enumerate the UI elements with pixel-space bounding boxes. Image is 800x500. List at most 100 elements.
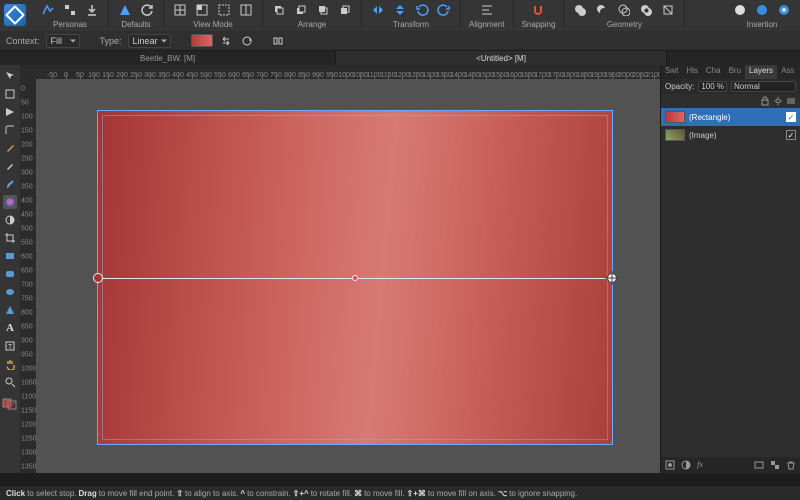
adjustment-layer-icon[interactable] [681, 460, 691, 470]
reverse-gradient-icon[interactable] [219, 33, 234, 48]
panel-tab[interactable]: Ass [777, 65, 798, 79]
insert-behind-icon[interactable] [754, 2, 770, 18]
opacity-field[interactable]: 100 % [698, 81, 727, 92]
layer-row[interactable]: (Image) ✓ [661, 126, 800, 144]
vertical-ruler[interactable]: 0501001502002503003504004505005506006507… [20, 79, 36, 473]
ellipse-tool-icon[interactable] [3, 285, 17, 299]
rotate-cw-icon[interactable] [436, 2, 452, 18]
visibility-checkbox[interactable]: ✓ [786, 112, 796, 122]
delete-layer-icon[interactable] [786, 460, 796, 470]
ruler-tick-label: 850 [21, 324, 33, 331]
node-tool-icon[interactable] [3, 105, 17, 119]
layer-row[interactable]: (Rectangle) ✓ [661, 108, 800, 126]
rounded-rect-tool-icon[interactable] [3, 267, 17, 281]
pan-tool-icon[interactable] [3, 357, 17, 371]
status-text: to ignore snapping. [509, 489, 577, 498]
ruler-tick-label: 250 [21, 156, 33, 163]
rotate-gradient-icon[interactable] [240, 33, 255, 48]
fx-icon[interactable]: fx [697, 460, 707, 470]
fill-swatch[interactable] [191, 34, 213, 47]
add-icon[interactable] [572, 2, 588, 18]
split-view-icon[interactable] [238, 2, 254, 18]
corner-tool-icon[interactable] [3, 123, 17, 137]
flip-v-icon[interactable] [392, 2, 408, 18]
frame-text-tool-icon[interactable]: T [3, 339, 17, 353]
divide-icon[interactable] [660, 2, 676, 18]
add-pixel-layer-icon[interactable] [770, 460, 780, 470]
aspect-lock-icon[interactable] [271, 33, 286, 48]
panel-tab[interactable]: His [682, 65, 702, 79]
brush-tool-icon[interactable] [3, 177, 17, 191]
color-swatches-icon[interactable] [1, 397, 19, 411]
pen-tool-icon[interactable] [3, 141, 17, 155]
context-select[interactable]: Fill [46, 34, 80, 48]
mask-layer-icon[interactable] [665, 460, 675, 470]
horizontal-ruler[interactable]: -500501001502002503003504004505005506006… [36, 65, 660, 79]
intersect-icon[interactable] [616, 2, 632, 18]
document-tab[interactable]: Beetle_BW. [M] [0, 51, 336, 65]
lock-icon[interactable] [760, 96, 770, 106]
triangle-tool-icon[interactable] [3, 303, 17, 317]
defaults-label: Defaults [121, 20, 150, 29]
ruler-origin[interactable] [20, 65, 36, 79]
vector-persona-icon[interactable] [40, 2, 56, 18]
panel-menu-icon[interactable] [786, 96, 796, 106]
rotate-ccw-icon[interactable] [414, 2, 430, 18]
panel-tab[interactable]: Layers [745, 65, 777, 79]
pixel-persona-icon[interactable] [62, 2, 78, 18]
subtract-icon[interactable] [594, 2, 610, 18]
insert-inside-icon[interactable] [732, 2, 748, 18]
zoom-tool-icon[interactable] [3, 375, 17, 389]
pencil-tool-icon[interactable] [3, 159, 17, 173]
forward-one-icon[interactable] [315, 2, 331, 18]
xor-icon[interactable] [638, 2, 654, 18]
blend-mode-select[interactable]: Normal [731, 81, 796, 92]
outline-view-icon[interactable] [216, 2, 232, 18]
ruler-tick-label: 100 [21, 114, 33, 121]
ruler-tick-label: 0 [21, 86, 25, 93]
svg-text:T: T [8, 344, 13, 351]
flip-h-icon[interactable] [370, 2, 386, 18]
gradient-mid-stop[interactable] [352, 275, 358, 281]
move-front-icon[interactable] [337, 2, 353, 18]
canvas[interactable]: -500501001502002503003504004505005506006… [20, 65, 660, 473]
transparency-tool-icon[interactable] [3, 213, 17, 227]
gradient-end-stop[interactable] [607, 273, 617, 283]
tab-label: <Untitled> [M] [476, 54, 526, 63]
artistic-text-tool-icon[interactable]: A [3, 321, 17, 335]
retina-view-icon[interactable] [194, 2, 210, 18]
visibility-checkbox[interactable]: ✓ [786, 130, 796, 140]
gear-icon[interactable] [773, 96, 783, 106]
panel-tab[interactable]: Swt [661, 65, 682, 79]
fill-tool-icon[interactable] [3, 195, 17, 209]
export-persona-icon[interactable] [84, 2, 100, 18]
main-area: A T -50050100150200250300350400450500550… [0, 65, 800, 473]
gradient-start-stop[interactable] [93, 273, 103, 283]
artboard-tool-icon[interactable] [3, 87, 17, 101]
document-tab[interactable]: <Untitled> [M] [336, 51, 667, 65]
viewmode-group: View Mode [164, 0, 263, 31]
panel-tab[interactable]: Cha [702, 65, 725, 79]
viewport[interactable] [36, 79, 660, 473]
snapping-icon[interactable] [530, 2, 546, 18]
rectangle-tool-icon[interactable] [3, 249, 17, 263]
pixel-view-icon[interactable] [172, 2, 188, 18]
sync-defaults-icon[interactable] [117, 2, 133, 18]
status-key: ⇧+⌘ [407, 489, 426, 498]
align-icon[interactable] [479, 2, 495, 18]
type-select[interactable]: Linear [128, 34, 171, 48]
viewmode-label: View Mode [193, 20, 232, 29]
status-key: ⇧ [176, 489, 183, 498]
revert-defaults-icon[interactable] [139, 2, 155, 18]
context-value: Fill [51, 36, 63, 46]
move-back-icon[interactable] [271, 2, 287, 18]
back-one-icon[interactable] [293, 2, 309, 18]
move-tool-icon[interactable] [3, 69, 17, 83]
insert-top-icon[interactable] [776, 2, 792, 18]
crop-tool-icon[interactable] [3, 231, 17, 245]
add-layer-icon[interactable] [754, 460, 764, 470]
ruler-tick-label: 550 [21, 240, 33, 247]
panel-tab[interactable]: Bru [725, 65, 745, 79]
selected-rectangle[interactable] [98, 111, 612, 444]
personas-label: Personas [53, 20, 87, 29]
